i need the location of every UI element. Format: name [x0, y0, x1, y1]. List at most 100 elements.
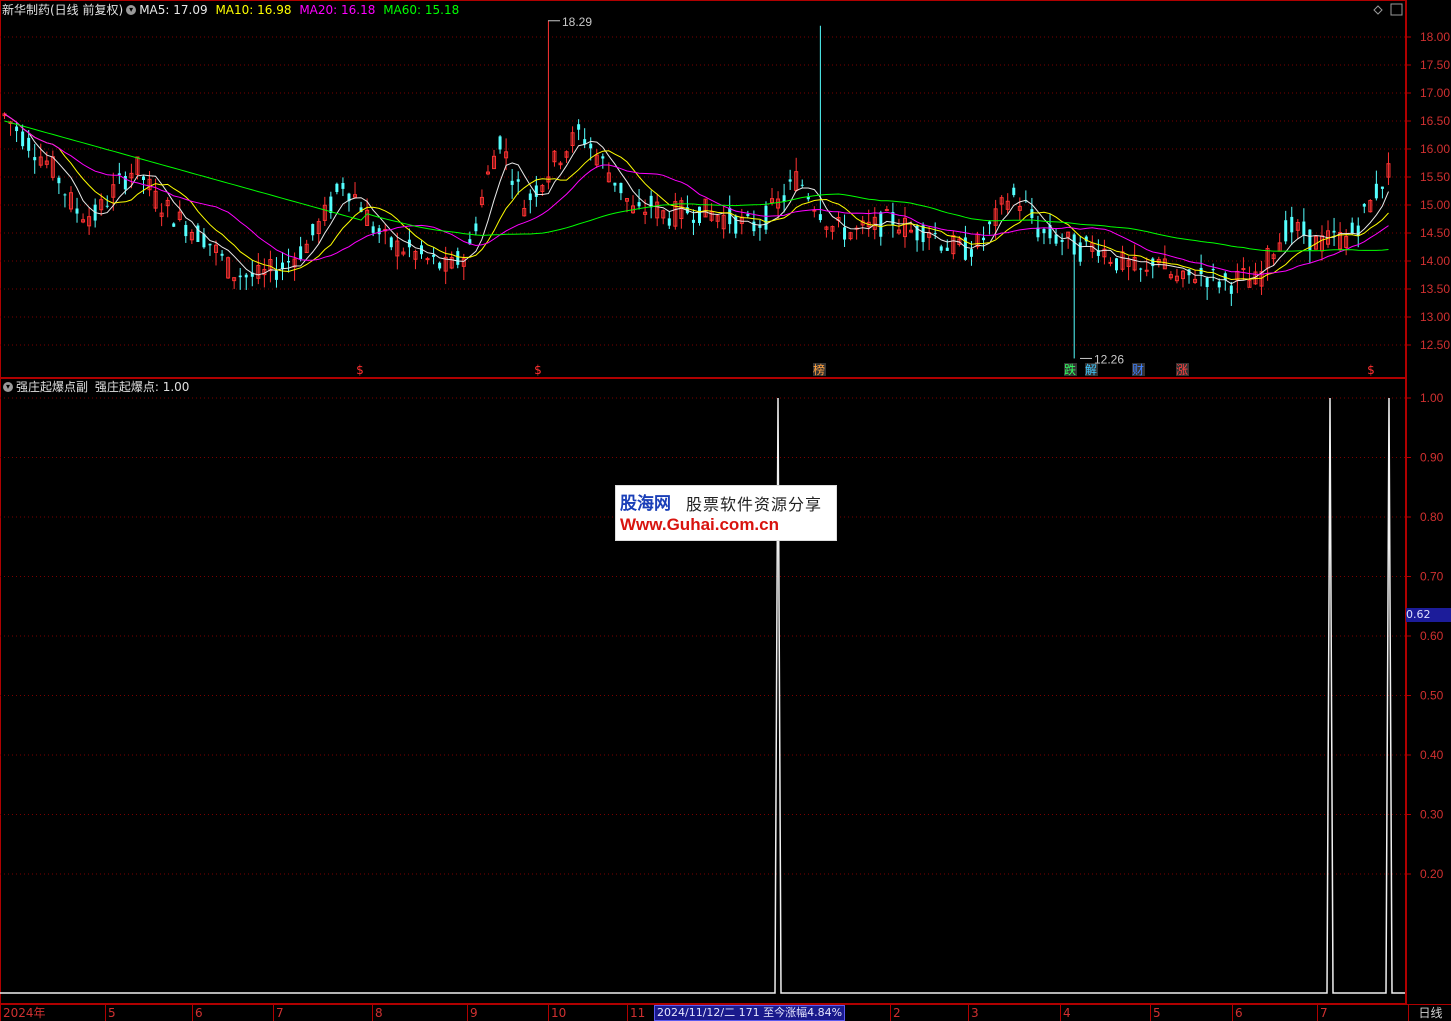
candle-body [299, 246, 303, 260]
candle-body [728, 207, 732, 225]
candle-body [27, 137, 31, 151]
candle-body [371, 226, 375, 233]
candle-body [1012, 187, 1016, 196]
indicator-tick-label: 0.40 [1420, 748, 1444, 762]
chevron-down-icon[interactable]: ▾ [126, 4, 137, 15]
candle-body [1072, 234, 1076, 255]
candle-body [1205, 277, 1209, 288]
ma10-label: MA10: 16.98 [215, 3, 292, 17]
event-marker: 涨 [1176, 362, 1188, 377]
candle-body [691, 219, 695, 223]
price-tick-label: 12.50 [1420, 338, 1450, 352]
event-marker: 财 [1132, 363, 1144, 377]
ma20-label: MA20: 16.18 [299, 3, 376, 17]
candle-body [105, 205, 109, 207]
candle-body [15, 126, 19, 132]
chevron-down-icon[interactable]: ▾ [3, 381, 13, 392]
candle-body [812, 209, 817, 212]
indicator-header: ▾ 强庄起爆点副 强庄起爆点: 1.00 [0, 380, 189, 394]
indicator-axis: 1.00 0.90 0.80 0.70 0.60 0.50 0.40 0.30 0.20 [1406, 391, 1444, 881]
price-tick-label: 15.00 [1420, 198, 1450, 212]
candle-body [329, 196, 333, 213]
candle-body [619, 182, 623, 194]
candle-body [341, 183, 345, 189]
indicator-name[interactable]: 强庄起爆点副 [16, 380, 88, 394]
ma10-line [4, 113, 1389, 281]
candle-body [1332, 230, 1336, 233]
candle-body [1042, 228, 1046, 234]
candle-body [1374, 183, 1378, 199]
watermark-url: Www.Guhai.com.cn [620, 515, 779, 534]
candle-body [1211, 268, 1215, 271]
candle-body [843, 227, 847, 240]
candle-body [1108, 261, 1113, 264]
period-button[interactable]: 日线 [1408, 1005, 1451, 1021]
candle-body [184, 224, 188, 237]
candle-body [238, 275, 242, 278]
candle-body [752, 221, 756, 232]
watermark-brand: 股海网 [620, 494, 671, 514]
sub-panel-frame [0, 378, 1406, 1004]
indicator-value: 强庄起爆点: 1.00 [94, 380, 190, 394]
ma20-line [4, 113, 1389, 275]
candle-body [438, 262, 442, 269]
time-label: 7 [276, 1006, 284, 1020]
candle-body [577, 124, 581, 130]
candle-body [244, 274, 248, 278]
panel-controls[interactable] [1373, 3, 1403, 16]
candle-body [1241, 268, 1246, 271]
candle-body [474, 223, 478, 232]
ma60-label: MA60: 15.18 [383, 3, 460, 17]
candle-body [1139, 268, 1143, 270]
event-marker: $ [1367, 363, 1375, 377]
price-tick-label: 13.00 [1420, 310, 1450, 324]
candle-body [1060, 239, 1064, 242]
candle-body [746, 214, 750, 216]
indicator-tick-label: 1.00 [1420, 391, 1444, 405]
candle-body [945, 247, 949, 251]
candle-body [1350, 222, 1354, 234]
diamond-icon[interactable] [1373, 5, 1383, 15]
current-value-label: 0.62 [1406, 608, 1451, 622]
candle-body [788, 179, 792, 182]
candle-body [1284, 220, 1288, 242]
candle-body [1078, 242, 1082, 262]
moving-average-lines [4, 113, 1389, 285]
price-tick-label: 14.50 [1420, 226, 1450, 240]
indicator-tick-label: 0.50 [1420, 689, 1444, 703]
ma5-label: MA5: 17.09 [139, 3, 208, 17]
price-tick-label: 13.50 [1420, 282, 1450, 296]
time-label: 10 [551, 1006, 566, 1020]
time-label: 8 [375, 1006, 383, 1020]
price-tick-label: 16.50 [1420, 114, 1450, 128]
candle-body [389, 237, 393, 248]
candle-body [510, 180, 514, 185]
stock-title[interactable]: 新华制药(日线 前复权) [2, 3, 123, 17]
price-tick-label: 16.00 [1420, 142, 1450, 156]
price-annotations: 18.29 12.26 [548, 15, 1124, 366]
price-tick-label: 15.50 [1420, 170, 1450, 184]
watermark: 股海网 股票软件资源分享 Www.Guhai.com.cn [615, 485, 837, 541]
candle-body [21, 131, 25, 147]
maximize-icon[interactable] [1390, 3, 1403, 16]
event-marker: 榜 [813, 362, 825, 377]
candle-body [142, 176, 145, 181]
price-axis: 18.00 17.50 17.00 16.50 16.00 15.50 15.00 14.50… [1406, 30, 1450, 352]
candle-body [982, 237, 986, 241]
candle-body [1217, 281, 1221, 288]
price-tick-label: 18.00 [1420, 30, 1450, 44]
candle-body [117, 173, 121, 176]
indicator-tick-label: 0.70 [1420, 570, 1444, 584]
time-label: 6 [1235, 1006, 1243, 1020]
candle-body [601, 156, 605, 159]
candle-body [667, 218, 671, 226]
candle-body [800, 184, 804, 186]
sub-grid [0, 397, 1405, 875]
indicator-tick-label: 0.60 [1420, 629, 1444, 643]
candle-body [1290, 216, 1294, 233]
candle-body [1115, 258, 1118, 271]
candle-body [220, 253, 224, 256]
candle-body [335, 183, 339, 193]
candle-body [1036, 227, 1040, 238]
time-label: 7 [1320, 1006, 1328, 1020]
